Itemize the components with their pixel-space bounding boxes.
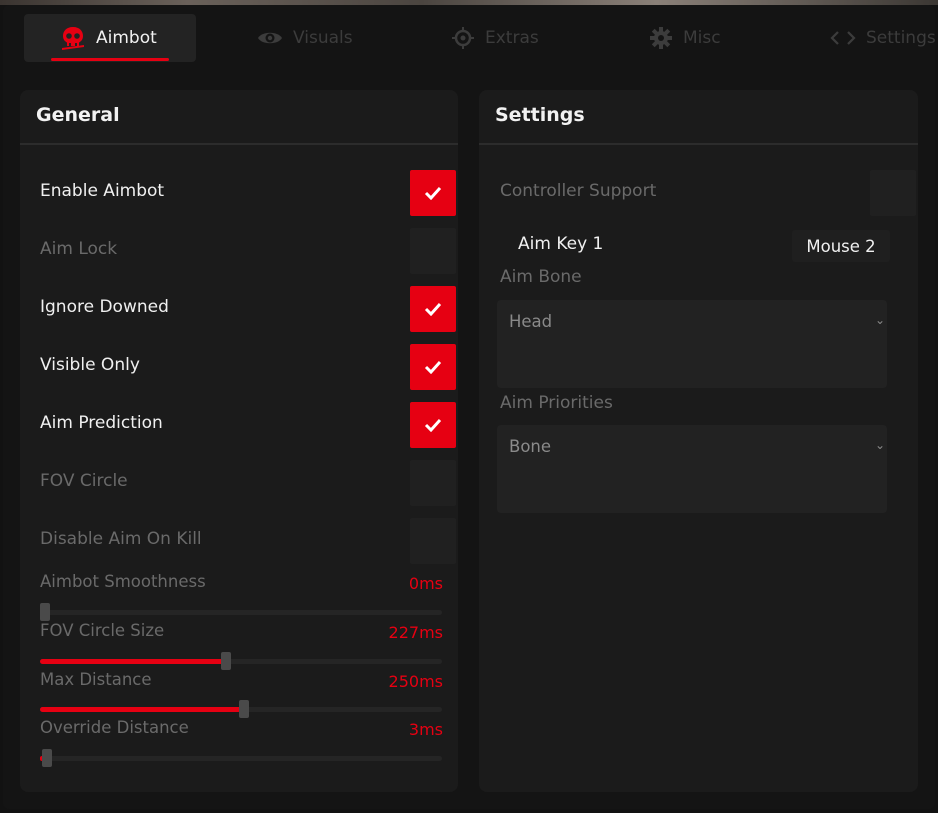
max-distance-slider[interactable] [40, 700, 442, 718]
max-distance-label: Max Distance [40, 670, 152, 689]
divider [20, 143, 458, 145]
override-distance-label: Override Distance [40, 718, 189, 737]
skull-icon [60, 25, 86, 51]
controller-support-checkbox[interactable] [870, 170, 916, 216]
general-panel-title: General [36, 104, 120, 126]
tab-settings[interactable]: Settings [830, 14, 936, 62]
chevron-down-icon: ⌄ [874, 313, 885, 327]
slider-thumb[interactable] [40, 603, 50, 621]
aim-bone-label: Aim Bone [500, 267, 582, 287]
tab-label: Settings [866, 28, 936, 48]
tab-label: Extras [485, 28, 539, 48]
slider-thumb[interactable] [42, 749, 52, 767]
slider-fill [40, 707, 241, 712]
controller-support-label: Controller Support [500, 181, 657, 201]
aimbot-smoothness-label: Aimbot Smoothness [40, 572, 206, 591]
max-distance-value: 250ms [388, 672, 443, 691]
aim-key-label: Aim Key 1 [518, 234, 604, 254]
slider-thumb[interactable] [221, 652, 231, 670]
tab-label: Visuals [293, 28, 353, 48]
aim-prediction-label: Aim Prediction [40, 413, 163, 433]
crosshair-icon [451, 26, 475, 50]
tab-visuals[interactable]: Visuals [257, 14, 353, 62]
aim-bone-value: Head [509, 312, 553, 331]
check-icon [424, 360, 442, 374]
aim-lock-label: Aim Lock [40, 239, 118, 259]
enable-aimbot-checkbox[interactable] [410, 170, 456, 216]
override-distance-slider[interactable] [40, 749, 442, 767]
aim-priorities-value: Bone [509, 437, 552, 456]
divider [479, 143, 918, 145]
check-icon [424, 418, 442, 432]
visible-only-checkbox[interactable] [410, 344, 456, 390]
slider-thumb[interactable] [239, 700, 249, 718]
aim-priorities-dropdown[interactable]: Bone ⌄ [497, 425, 887, 513]
tab-label: Misc [683, 28, 721, 48]
enable-aimbot-label: Enable Aimbot [40, 181, 165, 201]
code-icon [830, 29, 856, 47]
disable-aim-on-kill-label: Disable Aim On Kill [40, 529, 202, 549]
tab-label: Aimbot [96, 28, 157, 48]
aim-key-bind-button[interactable]: Mouse 2 [792, 230, 890, 262]
aim-priorities-label: Aim Priorities [500, 393, 613, 413]
disable-aim-on-kill-checkbox[interactable] [410, 518, 456, 564]
fov-circle-size-value: 227ms [388, 623, 443, 642]
ignore-downed-label: Ignore Downed [40, 297, 169, 317]
check-icon [424, 302, 442, 316]
settings-panel-title: Settings [495, 104, 585, 126]
fov-circle-label: FOV Circle [40, 471, 128, 491]
eye-icon [257, 29, 283, 47]
tab-aimbot[interactable]: Aimbot [24, 14, 196, 62]
aim-bone-dropdown[interactable]: Head ⌄ [497, 300, 887, 388]
visible-only-label: Visible Only [40, 355, 140, 375]
aimbot-smoothness-slider[interactable] [40, 603, 442, 621]
fov-circle-checkbox[interactable] [410, 460, 456, 506]
check-icon [424, 186, 442, 200]
chevron-down-icon: ⌄ [874, 438, 885, 452]
active-tab-indicator [51, 58, 169, 61]
tab-misc[interactable]: Misc [649, 14, 721, 62]
fov-circle-size-slider[interactable] [40, 652, 442, 670]
tab-extras[interactable]: Extras [451, 14, 539, 62]
aim-prediction-checkbox[interactable] [410, 402, 456, 448]
ignore-downed-checkbox[interactable] [410, 286, 456, 332]
aimbot-smoothness-value: 0ms [408, 574, 443, 593]
slider-fill [40, 659, 223, 664]
aim-lock-checkbox[interactable] [410, 228, 456, 274]
fov-circle-size-label: FOV Circle Size [40, 621, 165, 640]
gear-icon [649, 26, 673, 50]
override-distance-value: 3ms [408, 720, 443, 739]
